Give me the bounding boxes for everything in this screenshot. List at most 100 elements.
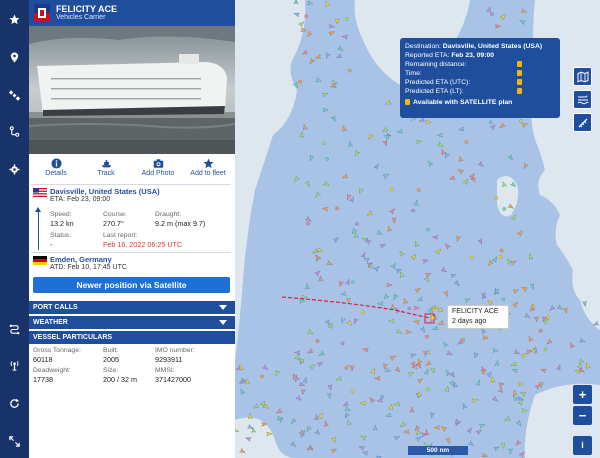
camera-icon <box>153 159 163 168</box>
routes-icon[interactable] <box>0 316 29 342</box>
map-label-age: 2 days ago <box>452 318 487 325</box>
vessel-info-panel: FELICITY ACE Vehicles Carrier Details Tr… <box>29 0 235 458</box>
departure-atd: ATD: Feb 10, 17:45 UTC <box>50 264 127 271</box>
anchored-vessel-icon[interactable] <box>390 187 394 191</box>
star-icon[interactable] <box>0 6 29 32</box>
anchored-vessel-icon[interactable] <box>488 120 493 124</box>
anchored-vessel-icon[interactable] <box>348 68 352 73</box>
anchored-vessel-icon[interactable] <box>470 255 474 260</box>
anchored-vessel-icon[interactable] <box>426 387 430 392</box>
anchored-vessel-icon[interactable] <box>306 221 310 226</box>
gross-tonnage: Gross Tonnage: 60118 <box>33 347 81 364</box>
anchored-vessel-icon[interactable] <box>481 370 486 375</box>
speed-stat: Speed: 13.2 kn <box>50 211 74 228</box>
anchored-vessel-icon[interactable] <box>304 14 309 18</box>
tooltip-remaining-distance: Remaining distance: <box>405 60 555 69</box>
vessel-particulars-section[interactable]: VESSEL PARTICULARS <box>29 331 235 344</box>
zoom-out-button[interactable]: − <box>573 406 592 425</box>
anchored-vessel-icon[interactable] <box>464 140 469 144</box>
satellite-position-button[interactable]: Newer position via Satellite <box>33 277 230 293</box>
gross-tonnage-label: Gross Tonnage: <box>33 347 81 354</box>
anchored-vessel-icon[interactable] <box>380 395 385 399</box>
anchored-vessel-icon[interactable] <box>325 157 329 161</box>
status-label: Status: <box>50 232 72 239</box>
satellite-icon[interactable] <box>0 82 29 108</box>
departure-link[interactable]: Emden, Germany <box>50 255 112 264</box>
anchored-vessel-icon[interactable] <box>416 188 421 192</box>
imo-value: 9293911 <box>155 355 183 364</box>
anchored-vessel-icon[interactable] <box>502 207 506 211</box>
anchored-vessel-icon[interactable] <box>425 334 429 339</box>
us-flag-icon <box>33 188 47 197</box>
anchored-vessel-icon[interactable] <box>355 222 359 226</box>
satellite-plan-label: Available with SATELLITE plan <box>413 99 513 106</box>
fullscreen-icon[interactable] <box>0 428 29 454</box>
add-photo-button[interactable]: Add Photo <box>133 156 183 186</box>
draught-label: Draught: <box>155 211 182 218</box>
draught-stat: Draught: 9.2 m (max 9.7) <box>155 211 205 228</box>
anchored-vessel-icon[interactable] <box>351 280 355 284</box>
anchored-vessel-icon[interactable] <box>411 208 416 213</box>
anchored-vessel-icon[interactable] <box>499 248 504 253</box>
size: Size: 200 / 32 m <box>103 367 137 384</box>
port-calls-section[interactable]: PORT CALLS <box>29 301 235 314</box>
chevron-down-icon <box>219 320 227 325</box>
anchored-vessel-icon[interactable] <box>546 315 551 319</box>
ruler-icon <box>578 118 587 127</box>
vessel-header: FELICITY ACE Vehicles Carrier <box>29 0 235 26</box>
deadweight: Deadweight: 17738 <box>33 367 71 384</box>
anchored-vessel-icon[interactable] <box>350 389 355 394</box>
track-button[interactable]: Track <box>81 156 131 186</box>
measure-tool-button[interactable] <box>573 113 592 132</box>
status-value: - <box>50 240 53 249</box>
anchored-vessel-icon[interactable] <box>461 337 465 342</box>
anchored-vessel-icon[interactable] <box>519 119 523 123</box>
location-pin-icon[interactable] <box>0 44 29 70</box>
anchored-vessel-icon[interactable] <box>501 297 506 302</box>
map-scale-bar: 500 nm <box>408 446 468 455</box>
map-icon <box>577 70 588 83</box>
anchored-vessel-icon[interactable] <box>490 12 494 16</box>
settings-icon[interactable] <box>0 156 29 182</box>
vessel-actions: Details Track Add Photo Add to fleet <box>29 156 235 186</box>
weather-layer-button[interactable] <box>573 90 592 109</box>
vessel-map-label[interactable]: FELICITY ACE 2 days ago <box>447 305 509 329</box>
speed-label: Speed: <box>50 211 72 218</box>
status-stat: Status: - <box>50 232 71 249</box>
speed-value: 13.2 kn <box>50 219 74 228</box>
anchored-vessel-icon[interactable] <box>543 347 548 352</box>
anchored-vessel-icon[interactable] <box>340 341 345 346</box>
eta-tooltip: Destination: Davisville, United States (… <box>400 38 560 118</box>
add-photo-label: Add Photo <box>141 170 175 177</box>
anchored-vessel-icon[interactable] <box>407 306 412 311</box>
anchored-vessel-icon[interactable] <box>498 255 503 259</box>
tooltip-destination: Destination: Davisville, United States (… <box>405 42 555 51</box>
anchored-vessel-icon[interactable] <box>426 227 430 232</box>
anchored-vessel-icon[interactable] <box>494 196 499 200</box>
tooltip-time: Time: <box>405 69 555 78</box>
map-label-name: FELICITY ACE <box>452 308 499 315</box>
vessel-photo[interactable] <box>29 26 235 154</box>
anchored-vessel-icon[interactable] <box>298 79 302 84</box>
add-to-fleet-button[interactable]: Add to fleet <box>183 156 233 186</box>
zoom-in-button[interactable]: + <box>573 385 592 404</box>
anchored-vessel-icon[interactable] <box>538 329 543 333</box>
map-layers-button[interactable] <box>573 67 592 86</box>
anchored-vessel-icon[interactable] <box>260 374 264 379</box>
anchored-vessel-icon[interactable] <box>345 17 349 21</box>
route-icon[interactable] <box>0 118 29 144</box>
anchored-vessel-icon[interactable] <box>361 310 365 315</box>
destination-link[interactable]: Davisville, United States (USA) <box>50 187 160 196</box>
anchored-vessel-icon[interactable] <box>321 141 326 146</box>
anchored-vessel-icon[interactable] <box>315 339 320 343</box>
map-info-button[interactable]: i <box>573 436 592 455</box>
size-label: Size: <box>103 367 119 374</box>
satellite-plan-note[interactable]: Available with SATELLITE plan <box>405 98 555 107</box>
antenna-icon[interactable] <box>0 352 29 378</box>
last-report-label: Last report: <box>103 232 138 239</box>
refresh-icon[interactable] <box>0 390 29 416</box>
anchored-vessel-icon[interactable] <box>335 206 339 211</box>
weather-section[interactable]: WEATHER <box>29 316 235 329</box>
course-label: Course: <box>103 211 127 218</box>
details-button[interactable]: Details <box>31 156 81 186</box>
